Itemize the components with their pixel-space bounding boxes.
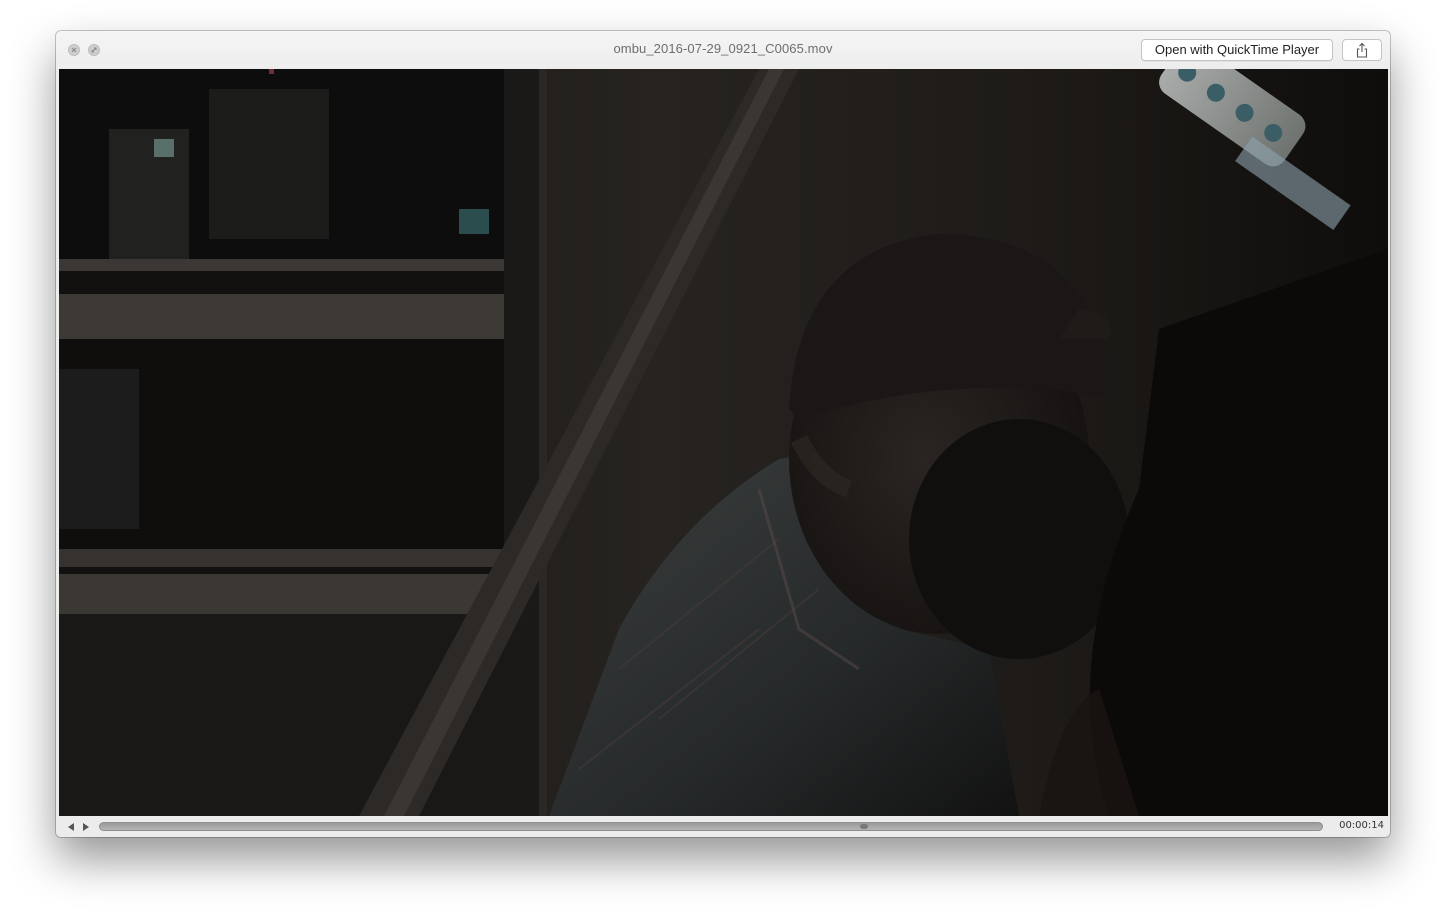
step-back-button[interactable] bbox=[65, 820, 77, 832]
share-button[interactable] bbox=[1342, 39, 1382, 61]
play-icon bbox=[83, 823, 89, 831]
quicklook-window: ombu_2016-07-29_0921_C0065.mov Open with… bbox=[56, 31, 1390, 837]
open-with-quicktime-button[interactable]: Open with QuickTime Player bbox=[1141, 39, 1333, 61]
video-frame[interactable] bbox=[59, 69, 1388, 816]
playhead-knob[interactable] bbox=[859, 824, 868, 829]
playback-controls: 00:00:14 bbox=[56, 816, 1390, 837]
progress-bar[interactable] bbox=[99, 822, 1323, 831]
step-back-icon bbox=[68, 823, 74, 831]
title-bar[interactable]: ombu_2016-07-29_0921_C0065.mov Open with… bbox=[56, 31, 1390, 69]
time-display: 00:00:14 bbox=[1339, 820, 1384, 831]
share-icon bbox=[1356, 42, 1368, 58]
video-scene bbox=[59, 69, 1388, 816]
play-button[interactable] bbox=[80, 820, 92, 832]
